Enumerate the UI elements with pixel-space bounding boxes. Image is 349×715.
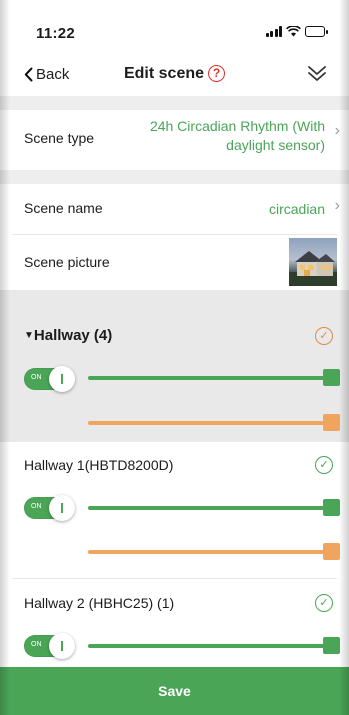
- nav-bar: Back Edit scene?: [0, 56, 349, 96]
- save-button[interactable]: Save: [0, 667, 349, 715]
- scene-picture-label: Scene picture: [24, 254, 110, 270]
- slider-handle[interactable]: [323, 637, 340, 654]
- cellular-signal-icon: [265, 26, 282, 37]
- slider-handle[interactable]: [323, 414, 340, 431]
- scene-type-row[interactable]: Scene type 24h Circadian Rhythm (With da…: [0, 110, 349, 170]
- battery-icon: [305, 26, 328, 37]
- slider-handle[interactable]: [323, 499, 340, 516]
- triangle-down-icon: ▼: [24, 330, 34, 341]
- device-brightness-slider[interactable]: [88, 499, 340, 516]
- section-spacer: [0, 170, 349, 184]
- toggle-on-label: ON: [31, 641, 42, 648]
- group-title[interactable]: ▼Hallway (4): [24, 327, 112, 344]
- help-icon[interactable]: ?: [208, 65, 226, 82]
- slider-handle[interactable]: [323, 543, 340, 560]
- status-bar: 11:22: [0, 0, 349, 56]
- device-toggle[interactable]: ON: [24, 495, 75, 521]
- group-hallway: [0, 290, 349, 442]
- page-title-wrap: Edit scene?: [0, 65, 349, 83]
- toggle-on-label: ON: [31, 503, 42, 510]
- section-spacer: [0, 96, 349, 110]
- check-circle-icon[interactable]: ✓: [315, 594, 333, 612]
- toggle-knob: [49, 366, 75, 392]
- check-circle-icon[interactable]: ✓: [315, 327, 333, 345]
- wifi-icon: [286, 26, 301, 37]
- group-color-temp-slider[interactable]: [88, 414, 340, 431]
- device-brightness-slider[interactable]: [88, 637, 340, 654]
- page-title: Edit scene: [123, 65, 205, 82]
- chevron-right-icon: ›: [334, 122, 340, 139]
- house-image: [289, 251, 337, 286]
- scene-type-value-line1: 24h Circadian Rhythm (With: [149, 118, 325, 134]
- device-color-temp-slider[interactable]: [88, 543, 340, 560]
- chevron-right-icon: ›: [334, 197, 340, 214]
- device-name: Hallway 1(HBTD8200D): [24, 457, 174, 473]
- scene-picture-thumbnail[interactable]: [289, 238, 337, 286]
- slider-handle[interactable]: [323, 369, 340, 386]
- device-name: Hallway 2 (HBHC25) (1): [24, 595, 175, 611]
- group-title-label: Hallway (4): [33, 327, 113, 344]
- group-toggle[interactable]: ON: [24, 366, 75, 392]
- status-icons: [265, 26, 328, 37]
- scene-type-value-line2: daylight sensor): [226, 137, 325, 153]
- double-chevron-down-icon[interactable]: [305, 62, 329, 86]
- toggle-on-label: ON: [31, 374, 42, 381]
- divider: [12, 578, 337, 579]
- scene-name-value: circadian: [268, 201, 325, 217]
- check-circle-icon[interactable]: ✓: [315, 456, 333, 474]
- scene-type-label: Scene type: [24, 130, 95, 146]
- group-brightness-slider[interactable]: [88, 369, 340, 386]
- status-time: 11:22: [36, 25, 76, 42]
- scene-name-label: Scene name: [24, 200, 103, 216]
- toggle-knob: [49, 495, 75, 521]
- device-toggle[interactable]: ON: [24, 633, 75, 659]
- scene-name-row[interactable]: Scene name circadian ›: [0, 184, 349, 234]
- scene-type-value: 24h Circadian Rhythm (With daylight sens…: [150, 117, 325, 155]
- toggle-knob: [49, 633, 75, 659]
